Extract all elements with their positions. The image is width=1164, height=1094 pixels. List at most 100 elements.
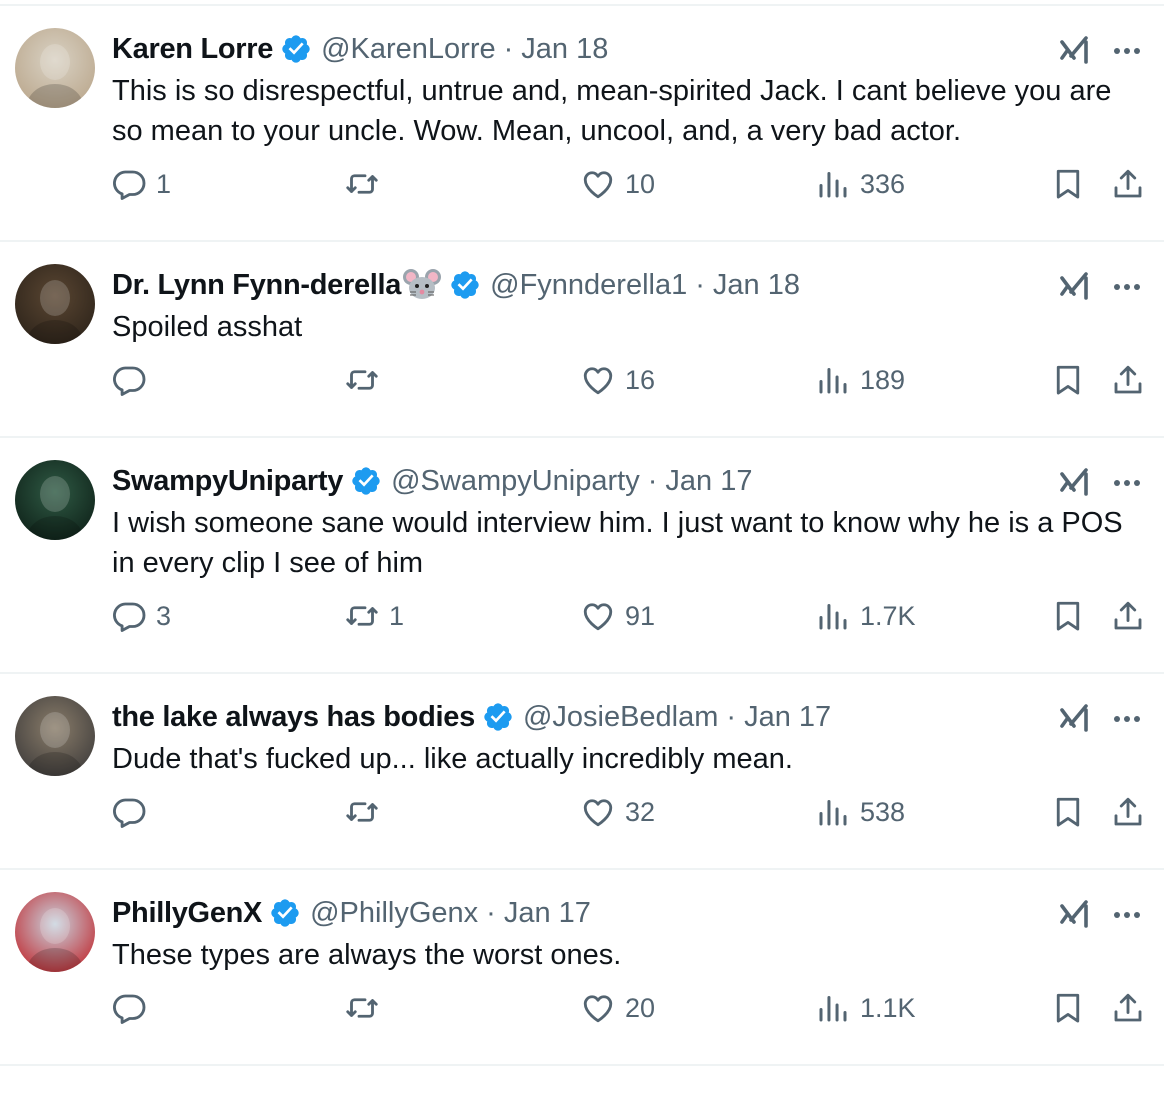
view-count: 1.1K (860, 992, 916, 1023)
retweet-button[interactable] (344, 988, 389, 1028)
grok-icon[interactable] (1058, 268, 1092, 304)
bookmark-icon (1050, 166, 1086, 202)
tweet[interactable]: the lake always has bodies @JosieBedlam … (0, 674, 1164, 870)
display-name[interactable]: the lake always has bodies (112, 697, 475, 737)
bookmark-button[interactable] (1050, 596, 1086, 636)
action-bar: 20 1.1K (0, 988, 1164, 1028)
tweet-date[interactable]: Jan 17 (504, 893, 591, 933)
action-bar: 3 1 91 1.7K (0, 596, 1164, 636)
verified-badge-icon (280, 33, 312, 65)
share-icon (1110, 598, 1146, 634)
tweet[interactable]: Dr. Lynn Fynn-derella @Fynnderella1 · Ja… (0, 242, 1164, 438)
user-handle[interactable]: @PhillyGenx (310, 893, 478, 933)
share-button[interactable] (1110, 164, 1146, 204)
user-handle[interactable]: @JosieBedlam (523, 697, 718, 737)
reply-button[interactable] (111, 360, 156, 400)
tweet-header: Karen Lorre @KarenLorre · Jan 18 (112, 29, 608, 69)
user-handle[interactable]: @SwampyUniparty (391, 461, 640, 501)
grok-icon[interactable] (1058, 32, 1092, 68)
retweet-button[interactable] (344, 164, 389, 204)
view-count: 336 (860, 168, 906, 199)
tweet-date[interactable]: Jan 17 (665, 461, 752, 501)
more-icon[interactable] (1112, 908, 1142, 920)
like-button[interactable]: 91 (580, 596, 655, 636)
like-button[interactable]: 10 (580, 164, 655, 204)
more-icon[interactable] (1112, 476, 1142, 488)
like-button[interactable]: 20 (580, 988, 655, 1028)
view-count: 189 (860, 364, 906, 395)
share-button[interactable] (1110, 596, 1146, 636)
reply-button[interactable]: 1 (111, 164, 171, 204)
tweet-header: SwampyUniparty @SwampyUniparty · Jan 17 (112, 461, 752, 501)
separator-dot: · (647, 465, 658, 497)
separator-dot: · (503, 33, 514, 65)
grok-icon[interactable] (1058, 896, 1092, 932)
views-button[interactable]: 1.7K (815, 596, 916, 636)
like-icon (580, 166, 616, 202)
views-button[interactable]: 538 (815, 792, 905, 832)
view-count: 1.7K (860, 600, 916, 631)
share-button[interactable] (1110, 792, 1146, 832)
display-name[interactable]: Karen Lorre (112, 29, 273, 69)
bookmark-icon (1050, 598, 1086, 634)
reply-button[interactable] (111, 792, 156, 832)
like-button[interactable]: 32 (580, 792, 655, 832)
reply-button[interactable]: 3 (111, 596, 171, 636)
views-button[interactable]: 336 (815, 164, 905, 204)
bookmark-button[interactable] (1050, 988, 1086, 1028)
views-icon (815, 362, 851, 398)
grok-icon[interactable] (1058, 700, 1092, 736)
tweet[interactable]: PhillyGenX @PhillyGenx · Jan 17 These ty… (0, 870, 1164, 1066)
tweet[interactable]: Karen Lorre @KarenLorre · Jan 18 This is… (0, 6, 1164, 242)
user-handle[interactable]: @Fynnderella1 (490, 265, 687, 305)
tweet-header: Dr. Lynn Fynn-derella @Fynnderella1 · Ja… (112, 265, 800, 305)
retweet-icon (344, 794, 380, 830)
avatar[interactable] (15, 264, 95, 344)
like-count: 91 (625, 600, 656, 631)
views-icon (815, 794, 851, 830)
user-handle[interactable]: @KarenLorre (321, 29, 496, 69)
retweet-button[interactable] (344, 360, 389, 400)
more-icon[interactable] (1112, 280, 1142, 292)
avatar[interactable] (15, 460, 95, 540)
avatar[interactable] (15, 696, 95, 776)
reply-button[interactable] (111, 988, 156, 1028)
retweet-button[interactable] (344, 792, 389, 832)
display-name[interactable]: Dr. Lynn Fynn-derella (112, 265, 401, 305)
action-bar: 16 189 (0, 360, 1164, 400)
tweet-text: These types are always the worst ones. (112, 939, 622, 971)
grok-icon[interactable] (1058, 464, 1092, 500)
bookmark-button[interactable] (1050, 164, 1086, 204)
retweet-button[interactable]: 1 (344, 596, 404, 636)
tweet-header: the lake always has bodies @JosieBedlam … (112, 697, 831, 737)
tweet-date[interactable]: Jan 17 (744, 697, 831, 737)
reply-icon (111, 794, 147, 830)
reply-feed: Karen Lorre @KarenLorre · Jan 18 This is… (0, 6, 1164, 1066)
retweet-icon (344, 990, 380, 1026)
views-button[interactable]: 1.1K (815, 988, 916, 1028)
share-icon (1110, 794, 1146, 830)
views-button[interactable]: 189 (815, 360, 905, 400)
like-icon (580, 598, 616, 634)
like-button[interactable]: 16 (580, 360, 655, 400)
avatar[interactable] (15, 28, 95, 108)
mouse-face-icon (402, 267, 442, 303)
share-button[interactable] (1110, 360, 1146, 400)
tweet-text: Spoiled asshat (112, 311, 303, 343)
separator-dot: · (486, 897, 496, 929)
display-name[interactable]: SwampyUniparty (112, 461, 343, 501)
tweet-date[interactable]: Jan 18 (521, 29, 608, 69)
avatar[interactable] (15, 892, 95, 972)
like-count: 10 (625, 168, 656, 199)
bookmark-button[interactable] (1050, 360, 1086, 400)
share-button[interactable] (1110, 988, 1146, 1028)
tweet-date[interactable]: Jan 18 (713, 265, 800, 305)
tweet[interactable]: SwampyUniparty @SwampyUniparty · Jan 17 … (0, 438, 1164, 674)
bookmark-button[interactable] (1050, 792, 1086, 832)
bookmark-icon (1050, 990, 1086, 1026)
display-name[interactable]: PhillyGenX (112, 893, 262, 933)
verified-badge-icon (482, 701, 514, 733)
share-icon (1110, 990, 1146, 1026)
more-icon[interactable] (1112, 44, 1142, 56)
more-icon[interactable] (1112, 712, 1142, 724)
